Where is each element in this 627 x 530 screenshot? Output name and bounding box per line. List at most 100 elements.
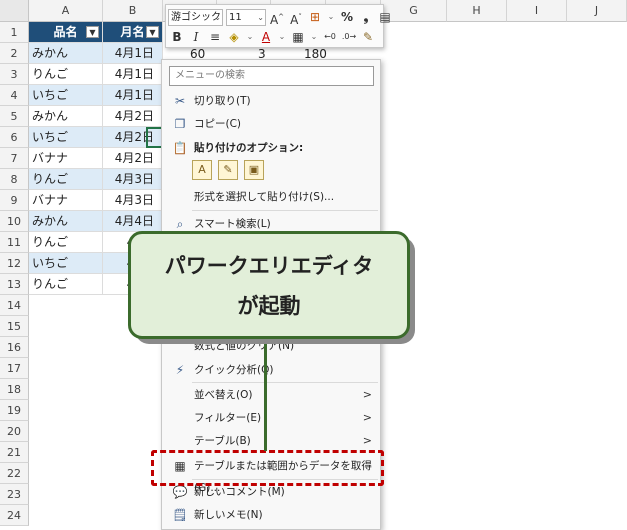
table-cell-name[interactable]: みかん [29, 43, 103, 64]
paste-icon[interactable]: A [192, 160, 212, 180]
table-cell-name[interactable]: みかん [29, 106, 103, 127]
chevron-down-icon[interactable]: ⌄ [244, 28, 256, 46]
column-header-i[interactable]: I [507, 0, 567, 22]
row-header[interactable]: 17 [0, 358, 29, 379]
bold-icon[interactable]: B [168, 28, 186, 46]
format-cells-icon[interactable]: ▤ [376, 8, 394, 26]
table-header-month[interactable]: 月名 ▼ [103, 22, 163, 43]
callout-pointer [264, 339, 267, 451]
callout: パワークエリエディタ が起動 [128, 231, 410, 339]
filter-dropdown-icon[interactable]: ▼ [146, 26, 159, 38]
row-header[interactable]: 12 [0, 253, 29, 274]
row-header[interactable]: 24 [0, 505, 29, 526]
row-header[interactable]: 5 [0, 106, 29, 127]
menu-item-table[interactable]: テーブル(B) > [162, 430, 380, 452]
increase-decimal-icon[interactable]: ←0 [321, 28, 339, 46]
column-header-b[interactable]: B [103, 0, 163, 22]
chevron-down-icon[interactable]: ⌄ [308, 28, 320, 46]
row-header[interactable]: 14 [0, 295, 29, 316]
paste-icon: 📋 [172, 141, 188, 155]
column-header-a[interactable]: A [29, 0, 103, 22]
menu-separator [192, 210, 378, 211]
table-cell-name[interactable]: いちご [29, 253, 103, 274]
table-cell-month[interactable]: 4月2日 [103, 148, 163, 169]
align-center-icon[interactable]: ≡ [206, 28, 224, 46]
row-header[interactable]: 3 [0, 64, 29, 85]
decrease-font-icon[interactable]: A˅ [287, 8, 305, 27]
fill-color-icon[interactable]: ◈ [225, 28, 243, 46]
chevron-down-icon[interactable]: ⌄ [276, 28, 288, 46]
menu-item-quick-analysis[interactable]: ⚡ クイック分析(Q) [162, 359, 380, 381]
menu-item-label: フィルター(E) [194, 412, 262, 424]
font-size-dropdown[interactable]: 11 ⌄ [226, 8, 266, 26]
table-cell-name[interactable]: りんご [29, 274, 103, 295]
menu-item-sort[interactable]: 並べ替え(O) > [162, 384, 380, 406]
table-cell-month[interactable]: 4月4日 [103, 211, 163, 232]
menu-item-paste-special[interactable]: 形式を選択して貼り付け(S)... [162, 186, 380, 208]
column-header-h[interactable]: H [447, 0, 507, 22]
chevron-right-icon: > [362, 388, 372, 401]
menu-item-cut[interactable]: ✂ 切り取り(T) [162, 90, 380, 112]
table-cell-month[interactable]: 4月3日 [103, 169, 163, 190]
font-color-icon[interactable]: A [257, 28, 275, 46]
row-header[interactable]: 19 [0, 400, 29, 421]
percent-icon[interactable]: % [338, 8, 356, 26]
row-header[interactable]: 1 [0, 22, 29, 43]
menu-item-copy[interactable]: ❐ コピー(C) [162, 113, 380, 135]
table-cell-month[interactable]: 4月3日 [103, 190, 163, 211]
row-header[interactable]: 4 [0, 85, 29, 106]
increase-font-icon[interactable]: A^ [268, 8, 286, 27]
menu-item-label: コピー(C) [194, 118, 242, 130]
table-cell-month[interactable]: 4月1日 [103, 43, 163, 64]
table-cell-month[interactable]: 4月2日 [103, 106, 163, 127]
row-header[interactable]: 10 [0, 211, 29, 232]
italic-icon[interactable]: I [187, 28, 205, 46]
table-header-name[interactable]: 品名 ▼ [29, 22, 103, 43]
quick-analysis-icon: ⚡ [175, 363, 185, 377]
paste-picture-icon[interactable]: ▣ [244, 160, 264, 180]
table-cell-name[interactable]: バナナ [29, 148, 103, 169]
chevron-right-icon: > [362, 434, 372, 447]
menu-item-new-note[interactable]: 🗒 新しいメモ(N) [162, 504, 380, 526]
select-all-corner[interactable] [0, 0, 29, 22]
menu-item-label: 切り取り(T) [194, 95, 251, 107]
row-header[interactable]: 15 [0, 316, 29, 337]
menu-item-label: 貼り付けのオプション: [194, 142, 304, 154]
filter-dropdown-icon[interactable]: ▼ [86, 26, 99, 38]
table-cell-name[interactable]: いちご [29, 127, 103, 148]
row-header[interactable]: 23 [0, 484, 29, 505]
row-header[interactable]: 21 [0, 442, 29, 463]
table-cell-name[interactable]: バナナ [29, 190, 103, 211]
row-header[interactable]: 11 [0, 232, 29, 253]
row-header[interactable]: 18 [0, 379, 29, 400]
table-cell-name[interactable]: りんご [29, 232, 103, 253]
column-header-j[interactable]: J [567, 0, 627, 22]
menu-item-filter[interactable]: フィルター(E) > [162, 407, 380, 429]
number-format-icon[interactable]: ⊞ [306, 8, 324, 26]
table-header-name-label: 品名 [53, 25, 78, 39]
table-cell-name[interactable]: りんご [29, 169, 103, 190]
decrease-decimal-icon[interactable]: .0→ [340, 28, 358, 46]
paste-formula-icon[interactable]: ✎ [218, 160, 238, 180]
table-cell-month[interactable]: 4月1日 [103, 64, 163, 85]
row-header[interactable]: 9 [0, 190, 29, 211]
row-header[interactable]: 20 [0, 421, 29, 442]
row-header[interactable]: 8 [0, 169, 29, 190]
table-cell-name[interactable]: りんご [29, 64, 103, 85]
row-header[interactable]: 2 [0, 43, 29, 64]
table-cell-name[interactable]: みかん [29, 211, 103, 232]
borders-icon[interactable]: ▦ [289, 28, 307, 46]
format-painter-icon[interactable]: ✎ [359, 28, 377, 46]
menu-search-input[interactable]: メニューの検索 [169, 66, 374, 86]
chevron-down-icon[interactable]: ⌄ [325, 8, 337, 26]
table-cell-month[interactable]: 4月1日 [103, 85, 163, 106]
comma-style-icon[interactable]: ❟ [357, 8, 375, 26]
row-header[interactable]: 7 [0, 148, 29, 169]
table-cell-name[interactable]: いちご [29, 85, 103, 106]
row-header[interactable]: 6 [0, 127, 29, 148]
row-header[interactable]: 13 [0, 274, 29, 295]
font-name-dropdown[interactable]: 游ゴシック ⌄ [168, 8, 223, 26]
menu-separator [192, 382, 378, 383]
row-header[interactable]: 16 [0, 337, 29, 358]
row-header[interactable]: 22 [0, 463, 29, 484]
